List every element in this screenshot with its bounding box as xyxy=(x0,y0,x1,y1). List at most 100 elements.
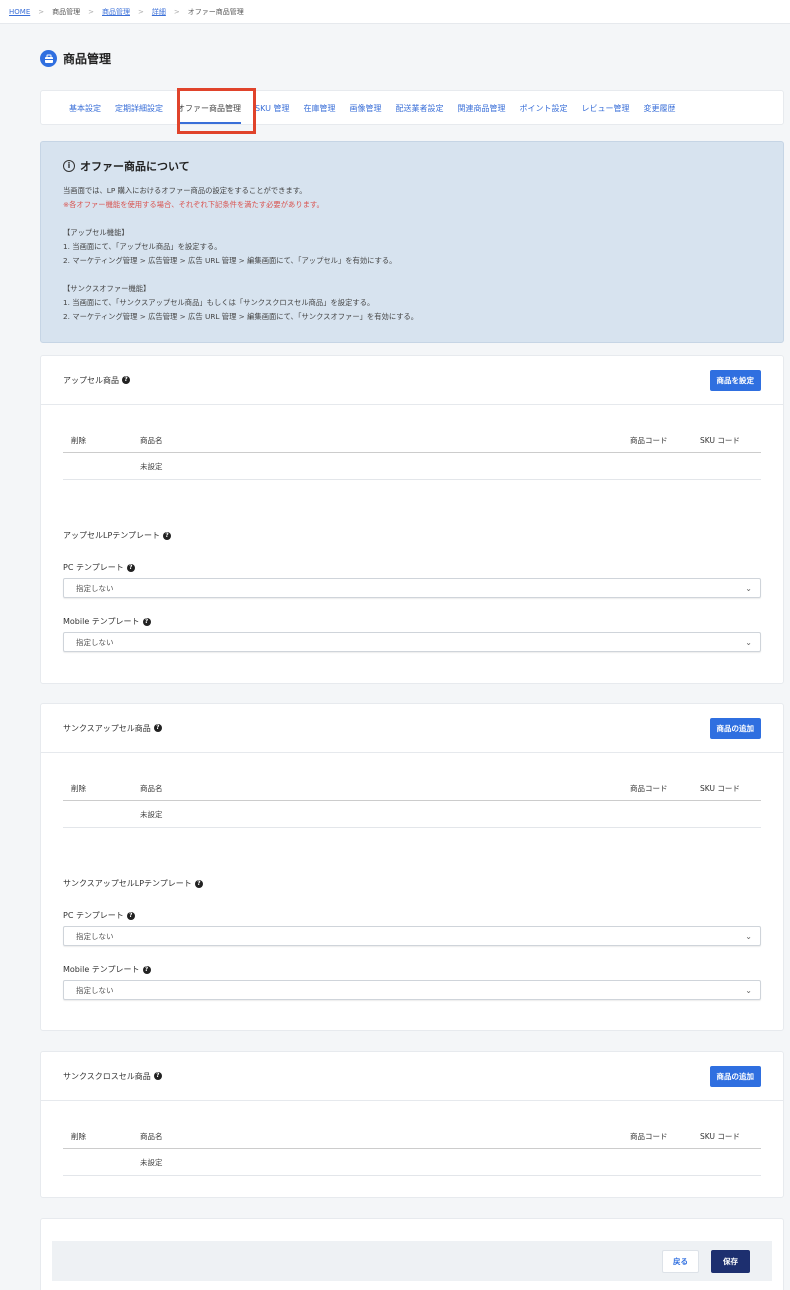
table-row: 未設定 xyxy=(63,801,761,828)
thanks-mobile-template-select[interactable]: 指定しない ⌄ xyxy=(63,980,761,1000)
help-icon[interactable]: ? xyxy=(153,724,162,732)
upsell-mobile-template-select[interactable]: 指定しない ⌄ xyxy=(63,632,761,652)
breadcrumb-product-list[interactable]: 商品管理 xyxy=(102,7,130,17)
save-button[interactable]: 保存 xyxy=(711,1249,750,1273)
breadcrumb-home[interactable]: HOME xyxy=(9,8,30,16)
col-sku: SKU コード xyxy=(700,784,740,793)
empty-row-text: 未設定 xyxy=(140,809,163,819)
info-warning: ※各オファー機能を使用する場合、それぞれ下記条件を満たす必要があります。 xyxy=(63,200,324,209)
page-title: 商品管理 xyxy=(40,50,111,67)
upsell-template-title: アップセルLPテンプレート xyxy=(63,531,161,540)
thanks-upsell-card: サンクスアップセル商品? 商品の追加 削除 商品名 商品コード SKU コード … xyxy=(40,703,784,1031)
thanks-upsell-template-title: サンクスアップセルLPテンプレート xyxy=(63,879,192,888)
help-icon[interactable]: ? xyxy=(153,1072,162,1080)
upsell-table: 削除 商品名 商品コード SKU コード 未設定 xyxy=(63,429,761,480)
thanks-upsell-table: 削除 商品名 商品コード SKU コード 未設定 xyxy=(63,777,761,828)
thanks-crosssell-table: 削除 商品名 商品コード SKU コード 未設定 xyxy=(63,1125,761,1176)
select-value: 指定しない xyxy=(76,985,114,995)
select-value: 指定しない xyxy=(76,583,114,593)
info-upsell-step2: 2. マーケティング管理 > 広告管理 > 広告 URL 管理 > 編集画面にて… xyxy=(63,256,397,265)
col-delete: 削除 xyxy=(71,436,86,445)
set-upsell-product-button[interactable]: 商品を設定 xyxy=(709,369,761,391)
breadcrumb-separator: > xyxy=(138,7,144,16)
chevron-down-icon: ⌄ xyxy=(745,985,752,995)
thanks-crosssell-card: サンクスクロスセル商品? 商品の追加 削除 商品名 商品コード SKU コード … xyxy=(40,1051,784,1198)
upsell-card: アップセル商品? 商品を設定 削除 商品名 商品コード SKU コード 未設定 … xyxy=(40,355,784,684)
breadcrumb-separator: > xyxy=(38,7,45,16)
col-delete: 削除 xyxy=(71,1132,86,1141)
thanks-crosssell-title: サンクスクロスセル商品 xyxy=(63,1071,151,1081)
tab-reviews[interactable]: レビュー管理 xyxy=(582,91,630,126)
add-thanks-upsell-button[interactable]: 商品の追加 xyxy=(709,717,761,739)
info-upsell-step1: 1. 当画面にて、「アップセル商品」を設定する。 xyxy=(63,242,222,251)
tab-sku[interactable]: SKU 管理 xyxy=(255,91,290,126)
help-icon[interactable]: ? xyxy=(142,617,151,626)
select-value: 指定しない xyxy=(76,931,114,941)
thanks-pc-template-select[interactable]: 指定しない ⌄ xyxy=(63,926,761,946)
chevron-down-icon: ⌄ xyxy=(745,583,752,593)
col-name: 商品名 xyxy=(140,436,163,445)
help-icon[interactable]: ? xyxy=(126,911,135,920)
tab-points[interactable]: ポイント設定 xyxy=(520,91,568,126)
tab-images[interactable]: 画像管理 xyxy=(350,91,382,126)
empty-row-text: 未設定 xyxy=(140,1157,163,1167)
breadcrumb-separator: > xyxy=(173,7,180,16)
col-sku: SKU コード xyxy=(700,436,740,445)
tab-inventory[interactable]: 在庫管理 xyxy=(304,91,336,126)
col-code: 商品コード xyxy=(630,1132,668,1141)
table-row: 未設定 xyxy=(63,1149,761,1176)
help-icon[interactable]: ? xyxy=(122,376,130,384)
breadcrumb-current: オファー商品管理 xyxy=(187,7,244,16)
col-name: 商品名 xyxy=(140,784,163,793)
breadcrumb-product-mgmt: 商品管理 xyxy=(52,7,81,16)
table-header: 削除 商品名 商品コード SKU コード xyxy=(63,429,761,453)
tab-history[interactable]: 変更履歴 xyxy=(644,91,676,126)
upsell-pc-template-select[interactable]: 指定しない ⌄ xyxy=(63,578,761,598)
col-delete: 削除 xyxy=(71,784,86,793)
thanks-upsell-title: サンクスアップセル商品 xyxy=(63,723,151,733)
footer-card: 戻る 保存 xyxy=(40,1218,784,1290)
col-name: 商品名 xyxy=(140,1132,163,1141)
chevron-down-icon: ⌄ xyxy=(745,931,752,941)
col-code: 商品コード xyxy=(630,784,668,793)
active-tab-highlight xyxy=(177,88,256,134)
mobile-template-label: Mobile テンプレート xyxy=(63,965,140,974)
breadcrumb-separator: > xyxy=(88,7,94,16)
tab-subscription-settings[interactable]: 定期詳細設定 xyxy=(115,91,163,126)
upsell-title: アップセル商品 xyxy=(63,375,119,385)
help-icon[interactable]: ? xyxy=(194,879,203,888)
select-value: 指定しない xyxy=(76,637,114,647)
tab-bar: 基本設定 定期詳細設定 オファー商品管理 SKU 管理 在庫管理 画像管理 配送… xyxy=(40,90,784,125)
offer-info-box: i オファー商品について 当画面では、LP 購入におけるオファー商品の設定をする… xyxy=(40,141,784,343)
tab-basic-settings[interactable]: 基本設定 xyxy=(69,91,101,126)
tab-related-products[interactable]: 関連商品管理 xyxy=(458,91,506,126)
breadcrumb: HOME > 商品管理 > 商品管理 > 詳細 > オファー商品管理 xyxy=(0,0,790,24)
info-text: 当画面では、LP 購入におけるオファー商品の設定をすることができます。 xyxy=(63,186,307,195)
box-icon xyxy=(40,50,57,67)
pc-template-label: PC テンプレート xyxy=(63,563,124,572)
page-title-text: 商品管理 xyxy=(63,52,112,66)
footer-action-bar: 戻る 保存 xyxy=(52,1241,772,1281)
table-header: 削除 商品名 商品コード SKU コード xyxy=(63,777,761,801)
chevron-down-icon: ⌄ xyxy=(745,637,752,647)
info-title: オファー商品について xyxy=(80,160,190,173)
tab-shipping[interactable]: 配送業者設定 xyxy=(396,91,444,126)
col-code: 商品コード xyxy=(630,436,668,445)
help-icon[interactable]: ? xyxy=(163,531,172,540)
back-button[interactable]: 戻る xyxy=(662,1249,699,1273)
info-icon: i xyxy=(63,160,75,172)
help-icon[interactable]: ? xyxy=(126,563,135,572)
empty-row-text: 未設定 xyxy=(140,461,163,471)
mobile-template-label: Mobile テンプレート xyxy=(63,617,140,626)
info-upsell-heading: 【アップセル機能】 xyxy=(63,228,129,237)
col-sku: SKU コード xyxy=(700,1132,740,1141)
pc-template-label: PC テンプレート xyxy=(63,911,124,920)
add-thanks-crosssell-button[interactable]: 商品の追加 xyxy=(709,1065,761,1087)
help-icon[interactable]: ? xyxy=(142,965,151,974)
breadcrumb-detail[interactable]: 詳細 xyxy=(152,7,166,17)
info-thanks-step1: 1. 当画面にて、「サンクスアップセル商品」もしくは「サンクスクロスセル商品」を… xyxy=(63,298,375,307)
info-thanks-heading: 【サンクスオファー機能】 xyxy=(63,284,151,293)
info-thanks-step2: 2. マーケティング管理 > 広告管理 > 広告 URL 管理 > 編集画面にて… xyxy=(63,312,419,321)
table-row: 未設定 xyxy=(63,453,761,480)
table-header: 削除 商品名 商品コード SKU コード xyxy=(63,1125,761,1149)
